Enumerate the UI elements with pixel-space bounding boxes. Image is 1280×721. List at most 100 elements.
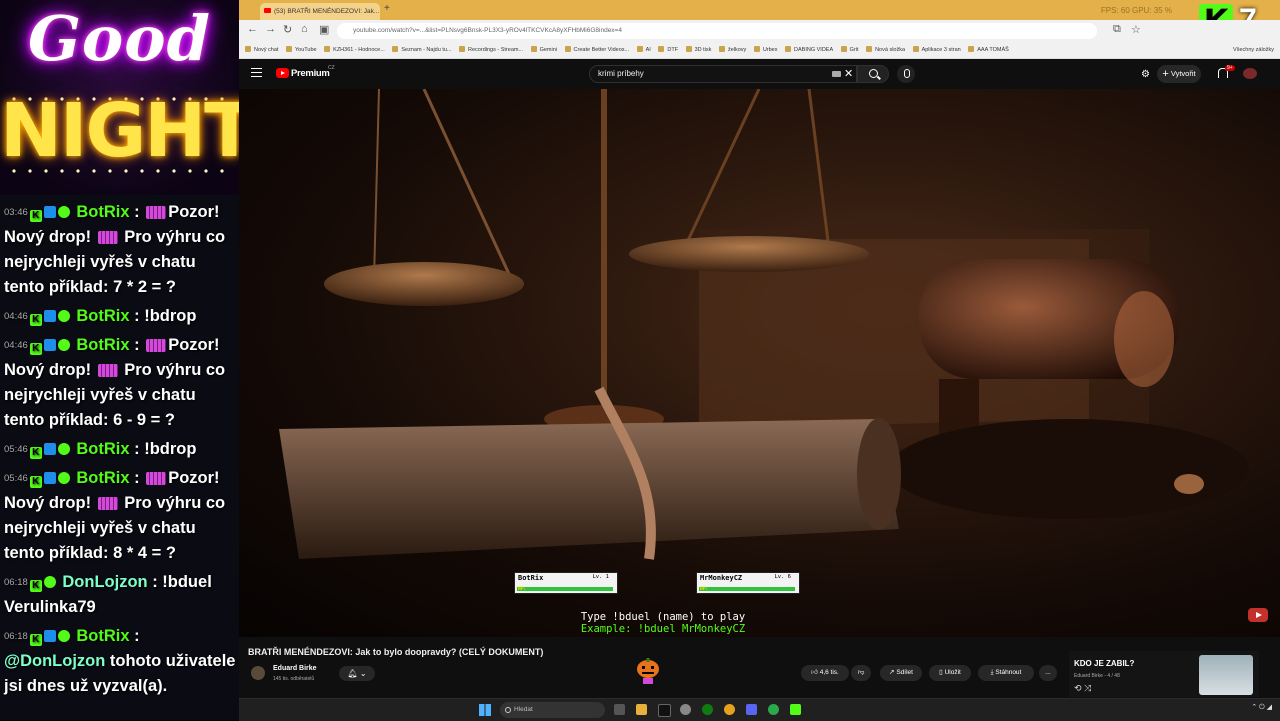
chat-username[interactable]: BotRix [76,203,129,221]
youtube-favicon-icon [264,8,271,13]
chrome-icon[interactable] [724,704,735,715]
mention[interactable]: @DonLojzon [4,652,105,670]
bookmark-item[interactable]: YouTube [286,42,317,58]
settings-icon[interactable] [680,704,691,715]
dislike-button[interactable]: 👎︎ [851,665,871,681]
kick-app-icon[interactable] [790,704,801,715]
create-button[interactable]: + Vytvořit [1157,65,1201,83]
subscriber-badge-icon [43,630,56,642]
kick-badge-icon: K [29,580,42,592]
youtube-premium-label[interactable]: Premium [291,68,330,79]
plus-icon: + [1162,68,1169,80]
search-button[interactable] [857,65,889,83]
reload-icon[interactable]: ↻ [283,23,292,36]
bookmark-folder[interactable]: Urbex [754,42,778,58]
bookmark-folder[interactable]: Aplikace 3 stran [913,42,961,58]
verified-badge-icon [57,630,70,642]
task-view-icon[interactable] [614,704,625,715]
shuffle-icon[interactable]: ⤨ [1084,683,1091,693]
hamburger-menu-icon[interactable] [251,68,262,77]
hp-label: HP: [518,587,527,592]
message-time: 03:46 [4,207,28,218]
windows-start-icon[interactable] [479,704,491,716]
message-time: 06:18 [4,631,28,642]
subscribed-bell-button[interactable]: 🔔︎ ⌄ [339,666,375,681]
app-icon[interactable] [768,704,779,715]
bookmark-item[interactable]: Nový chat [245,42,278,58]
bookmark-folder[interactable]: DTF [658,42,678,58]
bookmark-folder[interactable]: DABING VIDEA [785,42,833,58]
clear-search-icon[interactable]: ✕ [844,66,853,82]
subscriber-badge-icon [43,310,56,322]
navigation-bar: ← → ↻ ⌂ ▣ youtube.com/watch?v=...&list=P… [239,20,1280,42]
share-button[interactable]: ↗ Sdílet [880,665,922,681]
chat-username[interactable]: BotRix [76,469,129,487]
bookmark-folder[interactable]: želkovy [719,42,746,58]
playlist-panel[interactable]: KDO JE ZABIL? Eduard Birke - 4 / 48 ⟲ ⤨ [1069,651,1259,697]
more-actions-button[interactable]: ... [1039,665,1057,681]
tab-search-icon[interactable]: ▣ [319,23,329,36]
bookmark-folder[interactable]: Grit [841,42,859,58]
search-input[interactable]: krimi príbehy ✕ [589,65,857,83]
extensions-icon[interactable]: ⧉ [1113,23,1121,36]
download-button[interactable]: ⤓ Stáhnout [978,665,1034,681]
xbox-icon[interactable] [702,704,713,715]
discord-icon[interactable] [746,704,757,715]
search-icon [869,69,878,78]
new-tab-icon[interactable]: + [384,3,390,14]
bookmark-folder[interactable]: 3D tisk [686,42,712,58]
notification-count: 9+ [1225,65,1235,71]
bookmark-star-icon[interactable]: ☆ [1131,23,1141,36]
kick-badge-icon: K [29,476,42,488]
like-button[interactable]: 👍︎ 4,6 tis. [801,665,849,681]
chat-username[interactable]: BotRix [76,627,129,645]
chat-username[interactable]: DonLojzon [62,573,147,591]
chat-username[interactable]: BotRix [76,307,129,325]
cast-icon[interactable]: ⚙ [1141,69,1150,80]
bookmark-item[interactable]: Create Better Videos... [565,42,630,58]
taskbar: Hledat ⌃ ⏻ ◢ [239,698,1280,721]
all-bookmarks[interactable]: Všechny záložky [1233,42,1274,58]
bookmark-item[interactable]: KZH361 - Hodnoce... [324,42,385,58]
emote-icon [146,206,167,219]
channel-avatar[interactable] [251,666,265,680]
save-button[interactable]: ▯ Uložit [929,665,971,681]
taskbar-search[interactable]: Hledat [500,702,605,718]
back-icon[interactable]: ← [247,23,258,35]
address-bar[interactable]: youtube.com/watch?v=...&list=PLNsvg6Bnsk… [337,23,1097,39]
channel-name[interactable]: Eduard Birke [273,665,317,672]
tab-youtube-video[interactable]: (53) BRATŘI MENÉNDEZOVI: Jak... ✕ [260,3,380,20]
message-text: Pozor! [168,336,220,354]
forward-icon[interactable]: → [265,23,276,35]
tab-strip: (53) BRATŘI MENÉNDEZOVI: Jak... ✕ + FPS:… [239,0,1280,20]
video-player[interactable]: BotRix Lv. 1 HP: MrMonkeyCZ Lv. 6 HP: Ty… [239,89,1280,637]
bookmark-folder[interactable]: AAA TOMÁŠ [968,42,1009,58]
chat-message: 04:46 K BotRix : !bdrop [4,307,197,326]
system-tray[interactable]: ⌃ ⏻ ◢ [1251,703,1272,712]
bookmark-item[interactable]: Seznam - Najdu tu... [392,42,451,58]
chat-username[interactable]: BotRix [76,336,129,354]
bookmark-folder[interactable]: AI [637,42,651,58]
file-explorer-icon[interactable] [636,704,647,715]
voice-search-button[interactable] [897,65,915,83]
bookmark-folder[interactable]: Nová složka [866,42,905,58]
chat-username[interactable]: BotRix [76,440,129,458]
bookmark-item[interactable]: Gemini [531,42,557,58]
youtube-watermark-icon[interactable] [1248,608,1268,622]
chat-message: 05:46 K BotRix : !bdrop [4,440,197,459]
chat-message: 05:46 K BotRix : Pozor! Nový drop! Pro vý… [4,469,226,562]
youtube-logo-icon[interactable] [276,68,289,78]
loop-icon[interactable]: ⟲ [1074,683,1082,693]
video-details: BRATŘI MENÉNDEZOVI: Jak to bylo doopravd… [239,637,1280,698]
tiktok-icon[interactable] [658,704,671,717]
pumpkin-mascot-icon [637,658,659,684]
duel-player-name: MrMonkeyCZ [700,574,743,582]
playlist-thumbnail[interactable] [1199,655,1253,695]
duel-example: Example: !bduel MrMonkeyCZ [580,623,746,635]
verified-badge-icon [43,576,56,588]
bookmark-item[interactable]: Recordings - Stream... [459,42,523,58]
keyboard-icon[interactable] [832,71,841,77]
chat-message: 06:18 K BotRix : @DonLojzon tohoto uživat… [4,627,236,695]
home-icon[interactable]: ⌂ [301,23,308,35]
account-avatar[interactable] [1243,68,1257,79]
